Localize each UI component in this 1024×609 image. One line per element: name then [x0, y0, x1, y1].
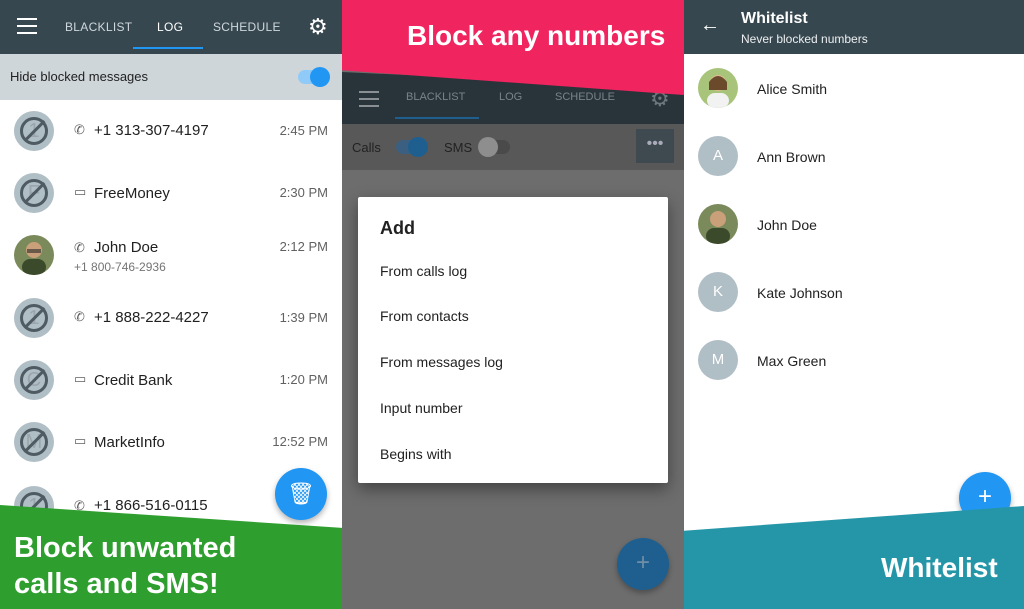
- contact-photo: [698, 204, 738, 244]
- trash-icon: 🗑: [287, 481, 315, 506]
- hide-blocked-label: Hide blocked messages: [10, 69, 149, 84]
- active-tab-indicator: [395, 117, 479, 119]
- phone-icon: ✆: [74, 309, 85, 324]
- promo-text: Block unwanted calls and SMS!: [14, 532, 237, 600]
- log-row[interactable]: 1 ✆ +1 313-307-4197 2:45 PM: [0, 100, 342, 162]
- phone-icon: ✆: [74, 122, 85, 137]
- page-subtitle: Never blocked numbers: [741, 32, 868, 46]
- contact-name: Kate Johnson: [757, 285, 843, 301]
- whitelist-screen: ← Whitelist Never blocked numbers Alice …: [684, 0, 1024, 609]
- tab-blacklist[interactable]: BLACKLIST: [65, 20, 132, 34]
- more-options-button[interactable]: •••: [636, 129, 674, 163]
- app-bar: BLACKLIST LOG SCHEDULE ⚙: [0, 0, 342, 54]
- tab-schedule: SCHEDULE: [555, 91, 615, 103]
- log-entry-time: 1:20 PM: [279, 372, 328, 387]
- log-row[interactable]: ✆ John Doe +1 800-746-2936 2:12 PM: [0, 224, 342, 286]
- sms-toggle[interactable]: [478, 137, 510, 157]
- contact-name: Alice Smith: [757, 81, 828, 97]
- menu-item-from-contacts[interactable]: From contacts: [380, 308, 469, 324]
- contact-photo: [14, 235, 54, 275]
- filter-bar: Calls SMS •••: [342, 124, 684, 170]
- menu-item-from-calls-log[interactable]: From calls log: [380, 263, 467, 279]
- tab-schedule[interactable]: SCHEDULE: [213, 20, 281, 34]
- active-tab-indicator: [133, 47, 203, 49]
- add-fab[interactable]: +: [617, 538, 669, 590]
- promo-text: Whitelist: [881, 552, 998, 583]
- tab-blacklist: BLACKLIST: [406, 91, 466, 103]
- contact-name: John Doe: [757, 217, 817, 233]
- list-item[interactable]: A Ann Brown: [684, 125, 1024, 193]
- log-entry-time: 12:52 PM: [272, 434, 328, 449]
- blocked-avatar: M: [14, 422, 54, 462]
- menu-item-input-number[interactable]: Input number: [380, 400, 463, 416]
- log-entry-name: +1 313-307-4197: [94, 122, 209, 139]
- gear-icon[interactable]: ⚙: [308, 14, 328, 40]
- blocked-avatar: 1: [14, 298, 54, 338]
- add-dialog: Add From calls log From contacts From me…: [358, 197, 668, 483]
- log-entry-number: +1 800-746-2936: [74, 260, 166, 274]
- log-entry-time: 2:45 PM: [279, 123, 328, 138]
- hide-blocked-bar: Hide blocked messages: [0, 54, 342, 100]
- contact-name: Ann Brown: [757, 149, 826, 165]
- log-row[interactable]: 1 ✆ +1 888-222-4227 1:39 PM: [0, 287, 342, 349]
- tab-log: LOG: [499, 91, 523, 103]
- phone-icon: ✆: [74, 240, 85, 255]
- blacklist-screen: BLACKLIST LOG SCHEDULE ⚙ Calls SMS ••• B…: [342, 0, 684, 609]
- log-entry-name: Credit Bank: [94, 372, 173, 389]
- log-entry-name: +1 888-222-4227: [94, 309, 209, 326]
- list-item[interactable]: John Doe: [684, 193, 1024, 261]
- dialog-title: Add: [380, 218, 415, 238]
- log-entry-time: 2:12 PM: [279, 239, 328, 254]
- log-entry-time: 1:39 PM: [279, 310, 328, 325]
- calls-toggle[interactable]: [396, 137, 428, 157]
- log-row[interactable]: C ▭ Credit Bank 1:20 PM: [0, 349, 342, 411]
- blocked-avatar: C: [14, 360, 54, 400]
- calls-label: Calls: [352, 140, 381, 155]
- message-icon: ▭: [74, 371, 87, 386]
- log-row[interactable]: F ▭ FreeMoney 2:30 PM: [0, 162, 342, 224]
- sms-label: SMS: [444, 140, 473, 155]
- message-icon: ▭: [74, 184, 87, 199]
- list-item[interactable]: K Kate Johnson: [684, 261, 1024, 329]
- tab-log[interactable]: LOG: [157, 20, 183, 34]
- log-entry-name: John Doe: [94, 239, 159, 256]
- menu-icon: [359, 91, 379, 107]
- menu-item-begins-with[interactable]: Begins with: [380, 446, 452, 462]
- log-entry-name: MarketInfo: [94, 434, 165, 451]
- plus-icon: +: [977, 483, 992, 510]
- page-title: Whitelist: [741, 10, 808, 27]
- list-item[interactable]: M Max Green: [684, 329, 1024, 397]
- log-row[interactable]: M ▭ MarketInfo 12:52 PM: [0, 411, 342, 473]
- contact-name: Max Green: [757, 353, 827, 369]
- log-entry-time: 2:30 PM: [279, 185, 328, 200]
- list-item[interactable]: Alice Smith: [684, 57, 1024, 125]
- blocked-avatar: 1: [14, 111, 54, 151]
- log-entry-name: FreeMoney: [94, 185, 170, 202]
- delete-fab[interactable]: 🗑: [275, 468, 327, 520]
- log-screen: BLACKLIST LOG SCHEDULE ⚙ Hide blocked me…: [0, 0, 342, 609]
- app-bar: ← Whitelist Never blocked numbers: [684, 0, 1024, 54]
- message-icon: ▭: [74, 433, 87, 448]
- log-entry-name: +1 866-516-0115: [94, 497, 208, 514]
- promo-text: Block any numbers: [407, 20, 666, 51]
- menu-item-from-messages-log[interactable]: From messages log: [380, 354, 503, 370]
- contact-photo: [698, 68, 738, 108]
- back-arrow-icon[interactable]: ←: [700, 14, 720, 37]
- blocked-avatar: F: [14, 173, 54, 213]
- plus-icon: +: [635, 549, 650, 576]
- avatar: M: [698, 340, 738, 380]
- hide-blocked-toggle[interactable]: [298, 67, 330, 87]
- menu-icon[interactable]: [17, 18, 37, 34]
- avatar: A: [698, 136, 738, 176]
- avatar: K: [698, 272, 738, 312]
